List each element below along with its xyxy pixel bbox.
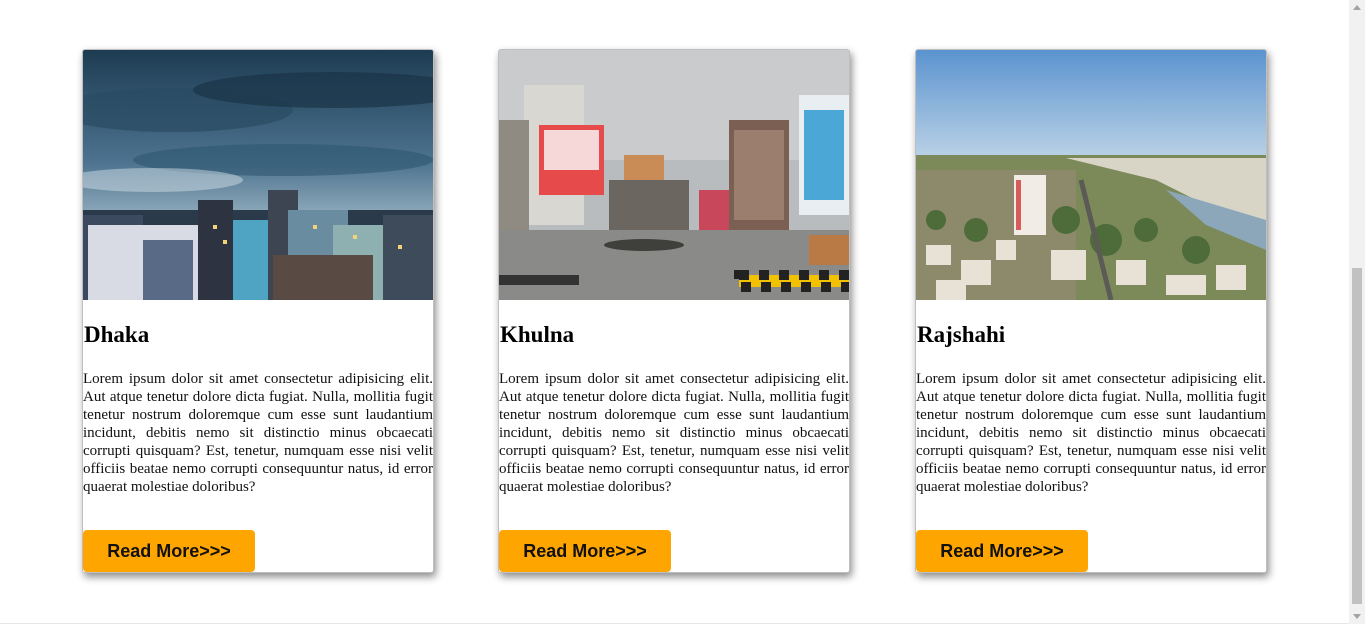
read-more-button[interactable]: Read More>>> bbox=[83, 530, 255, 572]
card-description: Lorem ipsum dolor sit amet consectetur a… bbox=[499, 371, 849, 495]
scrollbar-thumb[interactable] bbox=[1352, 268, 1362, 604]
scroll-down-arrow-icon[interactable] bbox=[1353, 614, 1361, 619]
khulna-street-photo bbox=[499, 50, 849, 300]
read-more-button[interactable]: Read More>>> bbox=[499, 530, 671, 572]
city-cards-section: Dhaka Lorem ipsum dolor sit amet consect… bbox=[0, 0, 1349, 624]
card-description: Lorem ipsum dolor sit amet consectetur a… bbox=[83, 371, 433, 495]
read-more-button[interactable]: Read More>>> bbox=[916, 530, 1088, 572]
card-description: Lorem ipsum dolor sit amet consectetur a… bbox=[916, 371, 1266, 495]
scroll-up-arrow-icon[interactable] bbox=[1353, 5, 1361, 10]
card-title: Dhaka bbox=[84, 322, 150, 347]
city-image-rajshahi bbox=[916, 50, 1266, 300]
vertical-scrollbar[interactable] bbox=[1349, 0, 1365, 624]
city-card-dhaka: Dhaka Lorem ipsum dolor sit amet consect… bbox=[82, 49, 434, 573]
card-title: Khulna bbox=[500, 322, 575, 347]
city-card-khulna: Khulna Lorem ipsum dolor sit amet consec… bbox=[498, 49, 850, 573]
city-card-rajshahi: Rajshahi Lorem ipsum dolor sit amet cons… bbox=[915, 49, 1267, 573]
rajshahi-aerial-photo bbox=[916, 50, 1266, 300]
card-title: Rajshahi bbox=[917, 322, 1006, 347]
dhaka-skyline-photo bbox=[83, 50, 433, 300]
city-image-dhaka bbox=[83, 50, 433, 300]
city-image-khulna bbox=[499, 50, 849, 300]
